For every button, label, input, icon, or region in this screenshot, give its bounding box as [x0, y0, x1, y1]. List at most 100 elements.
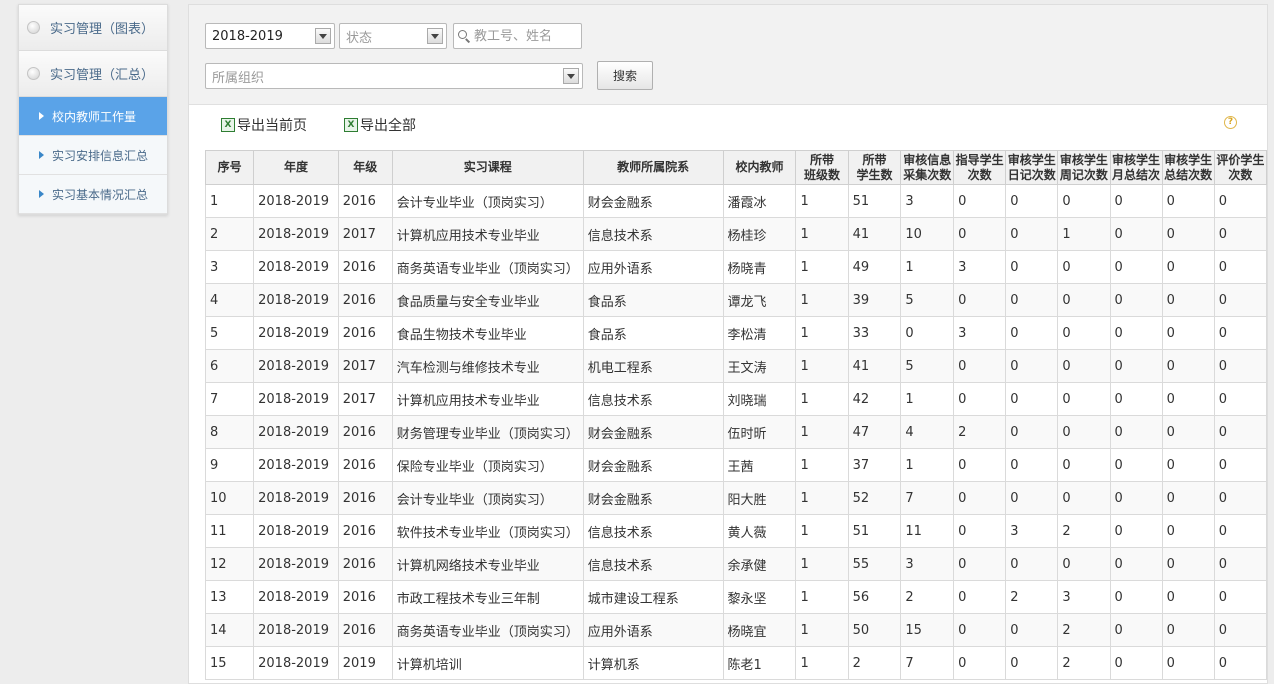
table-row[interactable]: 6 2018-2019 2017 汽车检测与维修技术专业 机电工程系 王文涛 1 41 5 0 0 0…: [204, 349, 1267, 383]
column-header-line: 审核学生: [1007, 152, 1056, 167]
table-row[interactable]: 2 2018-2019 2017 计算机应用技术专业毕业 信息技术系 杨桂珍 1 41 10 0 0…: [204, 217, 1267, 251]
table-cell: 0: [1005, 646, 1059, 680]
table-cell: 1: [900, 448, 955, 482]
table-cell: 2018-2019: [253, 349, 339, 383]
workload-table: 序号 年度 年级 实习课程 教师所属院系 校内教师 所带 班级数 所带 学生数 审核信息 采集次数 指导…: [204, 150, 1267, 680]
search-box[interactable]: [453, 23, 582, 49]
table-cell: 1: [795, 514, 849, 548]
column-header-line: 指导学生: [955, 152, 1004, 167]
table-cell: 城市建设工程系: [582, 580, 724, 614]
table-cell: 2: [847, 646, 902, 680]
table-row[interactable]: 4 2018-2019 2016 食品质量与安全专业毕业 食品系 谭龙飞 1 39 5 0 0 0 0 0…: [204, 283, 1267, 317]
table-row[interactable]: 3 2018-2019 2016 商务英语专业毕业（顶岗实习） 应用外语系 杨晓青 1 49 1…: [204, 250, 1267, 284]
table-cell: 0: [1161, 547, 1215, 581]
table-cell: 1: [795, 382, 849, 416]
column-header-line: 审核学生: [1164, 152, 1213, 167]
sidebar-subitem-arrangement[interactable]: 实习安排信息汇总: [19, 136, 167, 175]
column-header-line: 序号: [217, 160, 242, 174]
help-icon[interactable]: ?: [1224, 116, 1237, 129]
org-select[interactable]: 所属组织: [205, 63, 583, 89]
sidebar-subitem-basic-info[interactable]: 实习基本情况汇总: [19, 175, 167, 214]
table-cell: 0: [1057, 349, 1111, 383]
table-cell: 1: [795, 415, 849, 449]
table-cell: 0: [1213, 613, 1267, 647]
table-cell: 15: [900, 613, 955, 647]
table-row[interactable]: 9 2018-2019 2016 保险专业毕业（顶岗实习） 财会金融系 王茜 1 37 1 0 0 0…: [204, 448, 1267, 482]
table-cell: 49: [847, 250, 902, 284]
table-cell: 1: [900, 250, 955, 284]
table-cell: 1: [795, 481, 849, 515]
table-row[interactable]: 8 2018-2019 2016 财务管理专业毕业（顶岗实习） 财会金融系 伍时昕 1 47 4…: [204, 415, 1267, 449]
search-input[interactable]: [474, 28, 582, 44]
table-cell: 0: [1109, 613, 1163, 647]
table-cell: 0: [1109, 217, 1163, 251]
table-cell: 0: [1161, 250, 1215, 284]
chevron-down-icon[interactable]: [315, 28, 331, 44]
table-cell: 王文涛: [722, 349, 797, 383]
table-row[interactable]: 10 2018-2019 2016 会计专业毕业（顶岗实习） 财会金融系 阳大胜 1 52 7 0…: [204, 481, 1267, 515]
sidebar-item-label: 实习管理（汇总）: [50, 68, 155, 83]
table-cell: 0: [1161, 184, 1215, 218]
status-select[interactable]: 状态: [339, 23, 447, 49]
sidebar-subitem-label: 实习安排信息汇总: [52, 148, 149, 163]
column-header: 所带 班级数: [795, 150, 849, 185]
sidebar-subitem-teacher-workload[interactable]: 校内教师工作量: [19, 97, 167, 136]
table-cell: 0: [1109, 349, 1163, 383]
chevron-down-icon[interactable]: [563, 68, 579, 84]
column-header-line: 总结次数: [1164, 167, 1213, 182]
column-header-line: 教师所属院系: [617, 160, 690, 174]
year-select[interactable]: 2018-2019: [205, 23, 335, 49]
table-cell: 39: [847, 283, 902, 317]
export-all-button[interactable]: X 导出全部: [344, 115, 416, 135]
search-button[interactable]: 搜索: [597, 61, 653, 90]
table-cell: 7: [900, 646, 955, 680]
table-cell: 41: [847, 349, 902, 383]
table-cell: 3: [900, 547, 955, 581]
table-row[interactable]: 13 2018-2019 2016 市政工程技术专业三年制 城市建设工程系 黎永坚 1 56 2…: [204, 580, 1267, 614]
table-cell: 2016: [337, 514, 393, 548]
table-cell: 0: [1057, 481, 1111, 515]
table-body: 1 2018-2019 2016 会计专业毕业（顶岗实习） 财会金融系 潘霞冰 1 51 3 0 0…: [204, 184, 1267, 680]
column-header-line: 月总结次: [1112, 167, 1161, 182]
table-cell: 1: [1057, 217, 1111, 251]
table-cell: 52: [847, 481, 902, 515]
table-row[interactable]: 15 2018-2019 2019 计算机培训 计算机系 陈老1 1 2 7 0 0 2 0 0 0: [204, 646, 1267, 680]
table-cell: 0: [953, 580, 1007, 614]
column-header: 审核学生 日记次数: [1005, 150, 1059, 185]
workload-table-wrap: 序号 年度 年级 实习课程 教师所属院系 校内教师 所带 班级数 所带 学生数 审核信息 采集次数 指导…: [204, 150, 1267, 680]
table-cell: 信息技术系: [582, 514, 724, 548]
table-cell: 2018-2019: [253, 613, 339, 647]
column-header-line: 审核信息: [903, 152, 952, 167]
column-header: 年度: [253, 150, 339, 185]
table-cell: 食品质量与安全专业毕业: [391, 283, 584, 317]
table-row[interactable]: 5 2018-2019 2016 食品生物技术专业毕业 食品系 李松清 1 33 0 3 0 0 0 0 0: [204, 316, 1267, 350]
table-cell: 0: [1057, 448, 1111, 482]
chevron-down-icon[interactable]: [427, 28, 443, 44]
table-cell: 0: [1161, 382, 1215, 416]
sidebar-item-chart[interactable]: 实习管理（图表）: [19, 5, 167, 51]
column-header: 审核学生 总结次数: [1161, 150, 1215, 185]
table-cell: 0: [1005, 250, 1059, 284]
table-cell: 2017: [337, 382, 393, 416]
table-row[interactable]: 1 2018-2019 2016 会计专业毕业（顶岗实习） 财会金融系 潘霞冰 1 51 3 0 0…: [204, 184, 1267, 218]
table-row[interactable]: 12 2018-2019 2016 计算机网络技术专业毕业 信息技术系 余承健 1 55 3 0 0…: [204, 547, 1267, 581]
table-cell: 汽车检测与维修技术专业: [391, 349, 584, 383]
column-header-line: 班级数: [804, 167, 841, 182]
table-cell: 0: [1005, 415, 1059, 449]
table-row[interactable]: 14 2018-2019 2016 商务英语专业毕业（顶岗实习） 应用外语系 杨晓宜 1 50…: [204, 613, 1267, 647]
export-page-button[interactable]: X 导出当前页: [221, 115, 307, 135]
org-select-placeholder: 所属组织: [212, 70, 265, 86]
table-cell: 计算机网络技术专业毕业: [391, 547, 584, 581]
table-row[interactable]: 11 2018-2019 2016 软件技术专业毕业（顶岗实习） 信息技术系 黄人薇 1 51…: [204, 514, 1267, 548]
table-row[interactable]: 7 2018-2019 2017 计算机应用技术专业毕业 信息技术系 刘晓瑞 1 42 1 0 0 0…: [204, 382, 1267, 416]
sidebar-item-summary[interactable]: 实习管理（汇总）: [19, 51, 167, 97]
table-cell: 1: [795, 349, 849, 383]
column-header-line: 校内教师: [735, 160, 784, 174]
table-cell: 0: [953, 184, 1007, 218]
table-cell: 0: [1057, 382, 1111, 416]
table-cell: 3: [1005, 514, 1059, 548]
table-cell: 1: [795, 316, 849, 350]
table-cell: 2: [1057, 646, 1111, 680]
table-cell: 0: [1057, 250, 1111, 284]
table-cell: 计算机培训: [391, 646, 584, 680]
